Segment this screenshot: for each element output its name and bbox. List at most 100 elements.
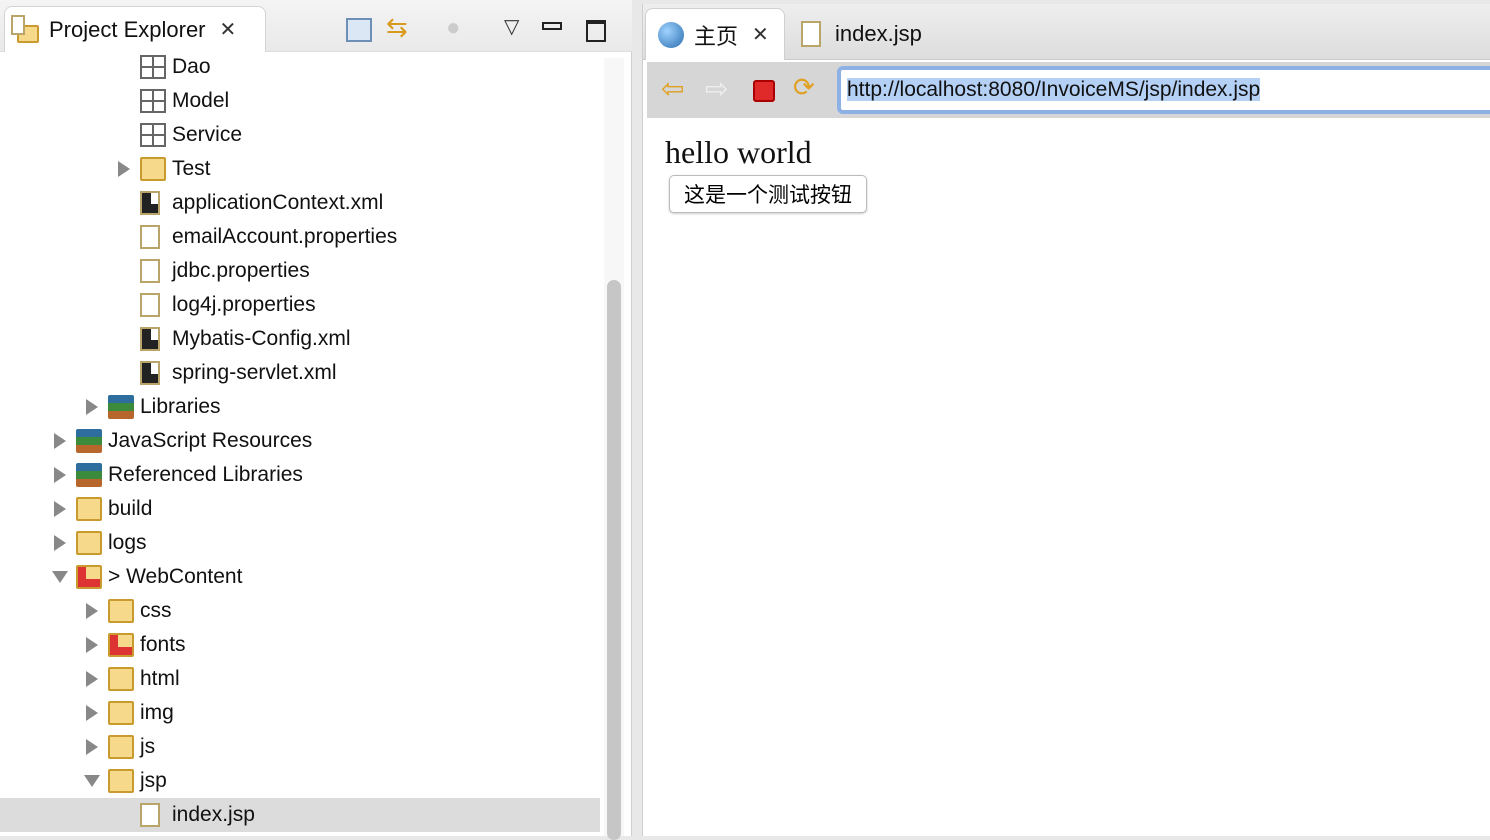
tree-item[interactable]: > WebContent	[0, 560, 600, 594]
project-explorer-panel: Project Explorer ✕ ⇆ ● ▽ Dao Model Service…	[0, 0, 632, 840]
tree-item[interactable]: log4j.properties	[0, 288, 600, 322]
tree-item-label: Model	[172, 89, 230, 112]
tab-label: Project Explorer	[49, 16, 206, 42]
tree-item[interactable]: Service	[0, 118, 600, 152]
forward-icon[interactable]: ⇨	[705, 72, 731, 104]
editor-tab-bar: 主页 ✕ index.jsp	[643, 4, 1490, 60]
tree-item-label: index.jsp	[172, 803, 255, 826]
collapse-arrow-icon[interactable]	[84, 775, 100, 787]
library-icon	[76, 429, 102, 453]
expand-arrow-icon[interactable]	[86, 603, 98, 619]
tree-item-label: Mybatis-Config.xml	[172, 327, 351, 350]
properties-file-icon	[140, 293, 160, 317]
back-icon[interactable]: ⇦	[661, 72, 687, 104]
tree-item[interactable]: fonts	[0, 628, 600, 662]
browser-toolbar: ⇦ ⇨ ⟳ http://localhost:8080/InvoiceMS/js…	[647, 62, 1490, 118]
maximize-icon[interactable]	[586, 20, 606, 42]
tab-index-jsp[interactable]: index.jsp	[789, 8, 922, 60]
properties-file-icon	[140, 225, 160, 249]
stop-icon[interactable]	[753, 80, 775, 102]
tree-item-label: jsp	[140, 769, 167, 792]
folder-icon	[108, 599, 134, 623]
tree-item[interactable]: Test	[0, 152, 600, 186]
tree-item[interactable]: Dao	[0, 50, 600, 84]
tree-item-label: logs	[108, 531, 147, 554]
page-content: hello world 这是一个测试按钮	[665, 134, 867, 213]
xml-file-icon	[140, 361, 160, 385]
close-icon[interactable]: ✕	[220, 17, 237, 42]
tree-item-label: build	[108, 497, 153, 520]
view-menu-icon[interactable]: ▽	[504, 14, 519, 39]
folder-icon	[76, 531, 102, 555]
tree-item-label: js	[140, 735, 156, 758]
close-icon[interactable]: ✕	[752, 22, 769, 47]
refresh-icon[interactable]: ⟳	[793, 72, 819, 102]
properties-file-icon	[140, 259, 160, 283]
link-with-editor-icon[interactable]: ⇆	[386, 12, 408, 43]
tree-item[interactable]: index.jsp	[0, 798, 600, 832]
tree-item[interactable]: Libraries	[0, 390, 600, 424]
vertical-scrollbar[interactable]	[604, 58, 624, 840]
folder-icon	[108, 667, 134, 691]
xml-file-icon	[140, 327, 160, 351]
expand-arrow-icon[interactable]	[86, 637, 98, 653]
tree-item-label: Test	[172, 157, 211, 180]
tree-item[interactable]: html	[0, 662, 600, 696]
collapse-arrow-icon[interactable]	[52, 571, 68, 583]
folder-error-icon	[108, 633, 134, 657]
expand-arrow-icon[interactable]	[86, 705, 98, 721]
minimize-icon[interactable]	[542, 22, 562, 30]
tree-item[interactable]: Mybatis-Config.xml	[0, 322, 600, 356]
tree-item[interactable]: Referenced Libraries	[0, 458, 600, 492]
tree-item-label: JavaScript Resources	[108, 429, 313, 452]
tree-item[interactable]: img	[0, 696, 600, 730]
tree-item[interactable]: logs	[0, 526, 600, 560]
tree-item-label: jdbc.properties	[172, 259, 310, 282]
collapse-all-icon[interactable]	[346, 18, 372, 42]
test-button[interactable]: 这是一个测试按钮	[669, 175, 867, 213]
tab-project-explorer[interactable]: Project Explorer ✕	[4, 6, 266, 52]
hello-text: hello world	[665, 134, 812, 170]
folder-icon	[108, 735, 134, 759]
library-icon	[108, 395, 134, 419]
tree-item[interactable]: emailAccount.properties	[0, 220, 600, 254]
tree-item-label: applicationContext.xml	[172, 191, 384, 214]
tree-item-label: log4j.properties	[172, 293, 316, 316]
scrollbar-thumb[interactable]	[607, 280, 621, 840]
tree-item-label: Referenced Libraries	[108, 463, 303, 486]
tree-item-label: img	[140, 701, 174, 724]
expand-arrow-icon[interactable]	[86, 739, 98, 755]
globe-icon	[658, 21, 684, 48]
tree-item[interactable]: spring-servlet.xml	[0, 356, 600, 390]
tree-item-label: Service	[172, 123, 243, 146]
expand-arrow-icon[interactable]	[54, 535, 66, 551]
tree-item[interactable]: build	[0, 492, 600, 526]
tree-item[interactable]: Model	[0, 84, 600, 118]
tree-item[interactable]: applicationContext.xml	[0, 186, 600, 220]
expand-arrow-icon[interactable]	[86, 671, 98, 687]
folder-icon	[76, 497, 102, 521]
tree-item-label: fonts	[140, 633, 186, 656]
tree-item-label: html	[140, 667, 180, 690]
tab-home[interactable]: 主页 ✕	[645, 8, 785, 60]
tree-item[interactable]: JavaScript Resources	[0, 424, 600, 458]
tree-item[interactable]: js	[0, 730, 600, 764]
expand-arrow-icon[interactable]	[86, 399, 98, 415]
tree-item[interactable]: jsp	[0, 764, 600, 798]
url-input[interactable]: http://localhost:8080/InvoiceMS/jsp/inde…	[837, 66, 1490, 114]
tree-item[interactable]: css	[0, 594, 600, 628]
library-icon	[76, 463, 102, 487]
tab-label: index.jsp	[835, 21, 922, 46]
package-icon	[140, 55, 166, 79]
package-icon	[140, 89, 166, 113]
tree-item[interactable]: jdbc.properties	[0, 254, 600, 288]
project-explorer-header: Project Explorer ✕ ⇆ ● ▽	[0, 0, 632, 52]
expand-arrow-icon[interactable]	[54, 433, 66, 449]
tree-item-label: spring-servlet.xml	[172, 361, 337, 384]
tree-item-label: Libraries	[140, 395, 221, 418]
expand-arrow-icon[interactable]	[54, 501, 66, 517]
project-explorer-icon	[11, 14, 41, 45]
filter-icon[interactable]: ●	[446, 14, 461, 42]
expand-arrow-icon[interactable]	[54, 467, 66, 483]
expand-arrow-icon[interactable]	[118, 161, 130, 177]
